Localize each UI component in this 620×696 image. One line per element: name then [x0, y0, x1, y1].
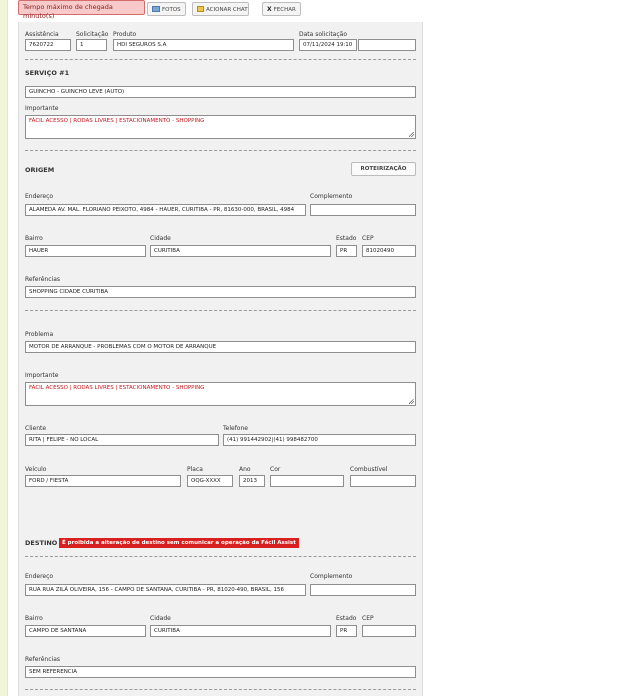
solicitacao-label: Solicitação	[76, 31, 109, 38]
left-sidebar-strip	[0, 0, 8, 696]
photos-button-label: FOTOS	[162, 7, 181, 13]
destination-address-field[interactable]: RUA RUA ZILÁ OLIVEIRA, 156 - CAMPO DE SA…	[25, 584, 306, 596]
problem-field[interactable]: MOTOR DE ARRANQUE - PROBLEMAS COM O MOTO…	[25, 341, 416, 353]
service-importante-label: Importante	[25, 105, 59, 112]
open-chat-button-label: ACIONAR CHAT	[206, 7, 248, 13]
divider	[25, 556, 416, 557]
open-chat-button[interactable]: ACIONAR CHAT	[192, 2, 249, 16]
destination-estado-field[interactable]: PR	[336, 625, 357, 637]
origin-complement-label: Complemento	[310, 193, 353, 200]
year-label: Ano	[239, 466, 251, 473]
origin-referencias-field[interactable]: SHOPPING CIDADE CURITIBA	[25, 286, 416, 298]
origin-estado-field[interactable]: PR	[336, 245, 357, 257]
solicitacao-field[interactable]: 1	[76, 39, 107, 51]
destination-referencias-field[interactable]: SEM REFERENCIA	[25, 666, 416, 678]
origin-cidade-field[interactable]: CURITIBA	[150, 245, 331, 257]
divider	[25, 689, 416, 690]
arrival-time-alert-text: Tempo máximo de chegada minuto(s)	[23, 3, 113, 20]
vehicle-label: Veículo	[25, 466, 47, 473]
phone-label: Telefone	[223, 425, 248, 432]
destination-cidade-label: Cidade	[150, 615, 171, 622]
service-title: SERVIÇO #1	[25, 69, 70, 77]
produto-field[interactable]: HDI SEGUROS S.A	[113, 39, 294, 51]
plate-field[interactable]: OQG-XXXX	[187, 475, 233, 487]
destination-warning-badge: É proibida a alteração de destino sem co…	[59, 538, 299, 548]
year-field[interactable]: 2013	[239, 475, 265, 487]
origin-cidade-label: Cidade	[150, 235, 171, 242]
client-field[interactable]: RITA | FELIPE - NO LOCAL	[25, 434, 219, 446]
destination-cep-field[interactable]	[362, 625, 416, 637]
origin-bairro-label: Bairro	[25, 235, 43, 242]
divider	[25, 59, 416, 60]
problem-label: Problema	[25, 331, 54, 338]
client-label: Cliente	[25, 425, 47, 432]
problem-importante-text: FÁCIL ACESSO | RODAS LIVRES | ESTACIONAM…	[29, 385, 205, 391]
color-label: Cor	[270, 466, 281, 473]
close-button[interactable]: X FECHAR	[262, 2, 301, 16]
service-type-field[interactable]: GUINCHO - GUINCHO LEVE (AUTO)	[25, 86, 416, 98]
destination-title: DESTINO	[25, 539, 58, 547]
arrival-time-alert: Tempo máximo de chegada minuto(s)	[18, 0, 145, 20]
problem-importante-textarea[interactable]: FÁCIL ACESSO | RODAS LIVRES | ESTACIONAM…	[25, 382, 416, 406]
data-solicitacao-field[interactable]: 07/11/2024 19:10	[299, 39, 357, 51]
origin-cep-label: CEP	[362, 235, 374, 242]
chat-icon	[197, 6, 204, 12]
destination-bairro-label: Bairro	[25, 615, 43, 622]
produto-label: Produto	[113, 31, 137, 38]
divider	[25, 150, 416, 151]
origin-cep-field[interactable]: 81020490	[362, 245, 416, 257]
service-importante-text: FÁCIL ACESSO | RODAS LIVRES | ESTACIONAM…	[29, 118, 205, 124]
phone-field[interactable]: (41) 991442902|(41) 998482700	[223, 434, 416, 446]
divider	[25, 310, 416, 311]
assistencia-field[interactable]: 7620722	[25, 39, 71, 51]
resize-grip-icon[interactable]	[409, 399, 414, 404]
photo-icon	[152, 6, 160, 12]
origin-address-field[interactable]: ALAMEDA AV. MAL. FLORIANO PEIXOTO, 4984 …	[25, 204, 306, 216]
destination-cep-label: CEP	[362, 615, 374, 622]
service-importante-textarea[interactable]: FÁCIL ACESSO | RODAS LIVRES | ESTACIONAM…	[25, 115, 416, 139]
close-icon: X	[267, 6, 272, 13]
destination-address-label: Endereço	[25, 573, 54, 580]
color-field[interactable]	[270, 475, 344, 487]
destination-referencias-label: Referências	[25, 656, 60, 663]
close-button-label: FECHAR	[273, 7, 296, 13]
destination-complement-field[interactable]	[310, 584, 416, 596]
assistencia-label: Assistência	[25, 31, 59, 38]
fuel-field[interactable]	[350, 475, 416, 487]
problem-importante-label: Importante	[25, 372, 59, 379]
resize-grip-icon[interactable]	[409, 132, 414, 137]
origin-referencias-label: Referências	[25, 276, 60, 283]
plate-label: Placa	[187, 466, 203, 473]
routing-button[interactable]: ROTEIRIZAÇÃO	[351, 162, 416, 176]
origin-bairro-field[interactable]: HAUER	[25, 245, 146, 257]
destination-estado-label: Estado	[336, 615, 357, 622]
origin-address-label: Endereço	[25, 193, 54, 200]
origin-complement-field[interactable]	[310, 204, 416, 216]
origin-title: ORIGEM	[25, 166, 55, 174]
photos-button[interactable]: FOTOS	[147, 2, 186, 16]
data-solicitacao-extra-field[interactable]	[358, 39, 416, 51]
data-solicitacao-label: Data solicitação	[299, 31, 348, 38]
destination-complement-label: Complemento	[310, 573, 353, 580]
origin-estado-label: Estado	[336, 235, 357, 242]
destination-bairro-field[interactable]: CAMPO DE SANTANA	[25, 625, 146, 637]
destination-cidade-field[interactable]: CURITIBA	[150, 625, 331, 637]
vehicle-field[interactable]: FORD / FIESTA	[25, 475, 181, 487]
fuel-label: Combustível	[350, 466, 388, 473]
